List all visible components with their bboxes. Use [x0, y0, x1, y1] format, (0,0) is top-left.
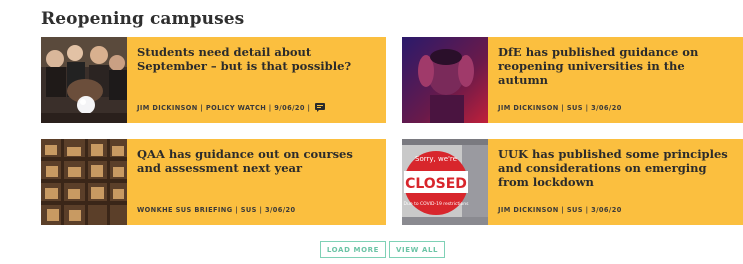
article-thumbnail[interactable]: Sorry, we're CLOSED Due to COVID-19 rest…: [402, 139, 488, 225]
article-byline: JIM DICKINSON | SUS | 3/06/20: [498, 104, 622, 112]
article-byline: JIM DICKINSON | POLICY WATCH | 9/06/20 |: [137, 103, 326, 112]
closed-sign-photo: Sorry, we're CLOSED Due to COVID-19 rest…: [402, 139, 488, 225]
article-thumbnail[interactable]: [41, 139, 127, 225]
article-headline[interactable]: Students need detail about September – b…: [137, 45, 376, 73]
article-byline: WONKHE SUS BRIEFING | SUS | 3/06/20: [137, 206, 296, 214]
article-headline[interactable]: QAA has guidance out on courses and asse…: [137, 147, 376, 175]
article-byline: JIM DICKINSON | SUS | 3/06/20: [498, 206, 622, 214]
load-more-button[interactable]: LOAD MORE: [319, 241, 387, 258]
article-headline[interactable]: UUK has published some principles and co…: [498, 147, 737, 189]
article-thumbnail[interactable]: [402, 37, 488, 123]
sign-closed-text: CLOSED: [405, 176, 467, 192]
sign-note-text: Due to COVID-19 restrictions: [404, 201, 470, 207]
byline-text: WONKHE SUS BRIEFING | SUS | 3/06/20: [137, 206, 296, 214]
stressed-person-photo: [402, 37, 488, 123]
byline-text: JIM DICKINSON | SUS | 3/06/20: [498, 104, 622, 112]
article-headline[interactable]: DfE has published guidance on reopening …: [498, 45, 737, 87]
section-title: Reopening campuses: [41, 9, 245, 29]
article-card[interactable]: Students need detail about September – b…: [41, 37, 386, 123]
article-card[interactable]: Sorry, we're CLOSED Due to COVID-19 rest…: [402, 139, 743, 225]
pagination-buttons: LOAD MORE VIEW ALL: [0, 241, 743, 258]
article-card[interactable]: QAA has guidance out on courses and asse…: [41, 139, 386, 225]
sign-small-text: Sorry, we're: [415, 155, 457, 163]
article-card[interactable]: DfE has published guidance on reopening …: [402, 37, 743, 123]
article-thumbnail[interactable]: [41, 37, 127, 123]
byline-text: JIM DICKINSON | SUS | 3/06/20: [498, 206, 622, 214]
library-shelves-photo: [41, 139, 127, 225]
fortune-teller-photo: [41, 37, 127, 123]
comment-icon[interactable]: [315, 103, 326, 112]
byline-text: JIM DICKINSON | POLICY WATCH | 9/06/20 |: [137, 103, 311, 112]
view-all-button[interactable]: VIEW ALL: [389, 241, 446, 258]
